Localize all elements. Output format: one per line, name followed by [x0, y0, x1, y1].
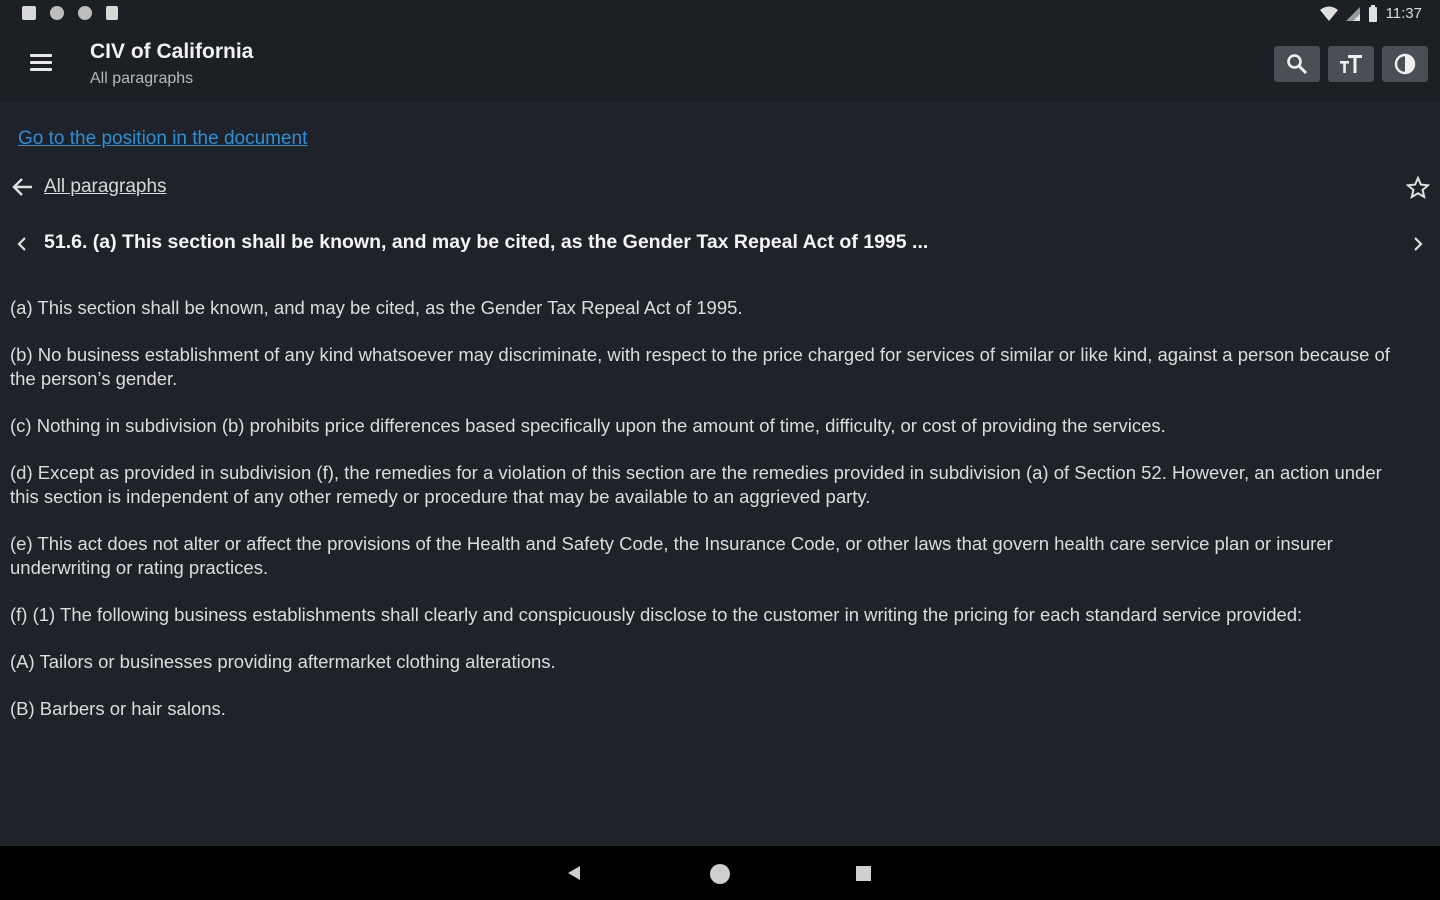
chevron-right-icon — [1414, 237, 1423, 251]
notification-square-icon — [22, 6, 36, 20]
menu-button[interactable] — [24, 50, 58, 80]
paragraph: (d) Except as provided in subdivision (f… — [10, 462, 1382, 507]
paragraph: (b) No business establishment of any kin… — [10, 344, 1390, 389]
back-label: All paragraphs — [44, 176, 167, 197]
app-subtitle: All paragraphs — [90, 70, 194, 87]
contrast-icon — [1394, 53, 1416, 75]
arrow-left-icon — [12, 178, 32, 196]
nav-home-button[interactable] — [708, 862, 732, 891]
sd-card-icon — [106, 6, 118, 20]
search-icon — [1287, 54, 1308, 75]
paragraph: (e) This act does not alter or affect th… — [10, 533, 1333, 578]
star-icon — [1405, 175, 1431, 200]
home-circle-icon — [710, 864, 730, 884]
clock: 11:37 — [1385, 5, 1422, 22]
section-header: 51.6. (a) This section shall be known, a… — [14, 230, 1426, 260]
paragraph: (B) Barbers or hair salons. — [10, 698, 226, 719]
nav-back-button[interactable] — [566, 865, 582, 886]
text-size-button[interactable] — [1328, 46, 1374, 82]
status-bar: 11:37 — [0, 0, 1440, 28]
nav-recents-button[interactable] — [856, 866, 871, 886]
app-bar: CIV of California All paragraphs — [0, 28, 1440, 101]
system-nav-bar — [0, 846, 1440, 900]
contrast-button[interactable] — [1382, 46, 1428, 82]
paragraph: (a) This section shall be known, and may… — [10, 297, 743, 318]
next-section-button[interactable] — [1410, 234, 1426, 259]
wifi-icon — [1319, 6, 1338, 21]
search-button[interactable] — [1274, 46, 1320, 82]
circle-icon — [50, 6, 64, 20]
section-title: 51.6. (a) This section shall be known, a… — [44, 231, 929, 253]
battery-icon — [1368, 5, 1377, 22]
favorite-button[interactable] — [1405, 175, 1431, 205]
goto-position-link[interactable]: Go to the position in the document — [18, 128, 307, 150]
circle-icon — [78, 6, 92, 20]
chevron-left-icon — [17, 237, 26, 251]
text-size-icon — [1340, 55, 1362, 73]
section-body: (a) This section shall be known, and may… — [10, 296, 1415, 738]
app-title: CIV of California — [90, 40, 254, 63]
previous-section-button[interactable] — [14, 234, 30, 259]
back-to-all-paragraphs[interactable]: All paragraphs — [12, 176, 167, 198]
recents-square-icon — [856, 866, 871, 881]
paragraph: (f) (1) The following business establish… — [10, 604, 1303, 625]
signal-icon — [1345, 6, 1360, 21]
triangle-back-icon — [568, 866, 580, 880]
paragraph: (c) Nothing in subdivision (b) prohibits… — [10, 415, 1166, 436]
paragraph: (A) Tailors or businesses providing afte… — [10, 651, 556, 672]
